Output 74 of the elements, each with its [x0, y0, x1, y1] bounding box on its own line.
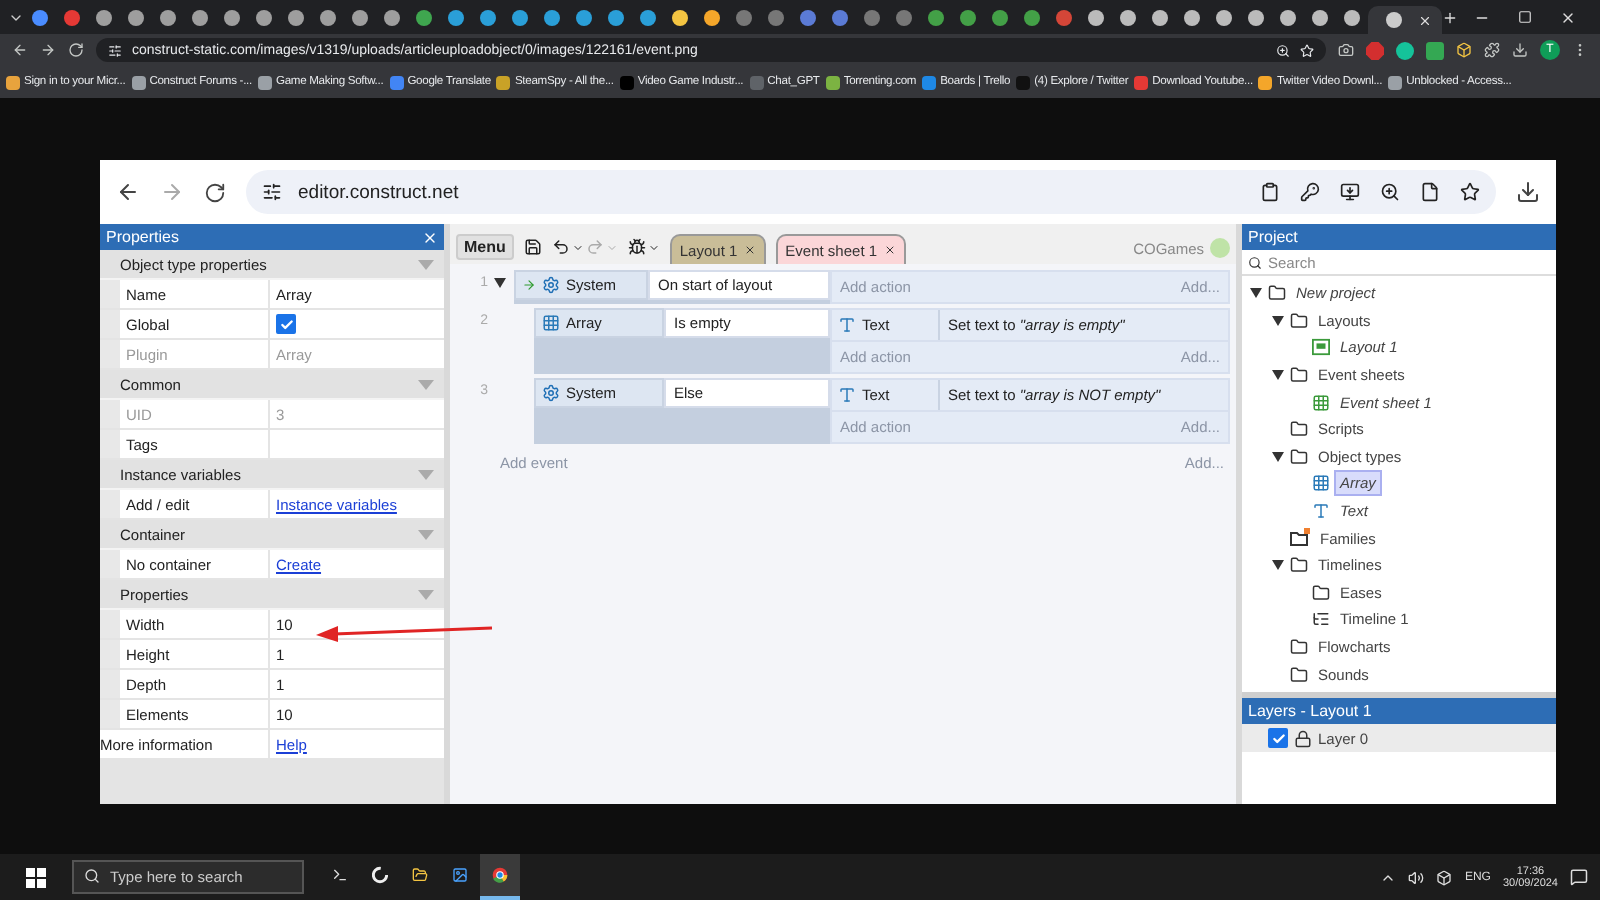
panel-header: Layers - Layout 1: [1242, 692, 1556, 724]
save-icon[interactable]: [523, 238, 542, 256]
download-icon[interactable]: [1516, 180, 1540, 204]
extension-icon[interactable]: [1456, 42, 1472, 58]
picture-icon: [452, 864, 468, 886]
undo-icon[interactable]: [551, 238, 570, 256]
folder-icon: [1268, 284, 1286, 303]
layout-icon: [1312, 338, 1330, 357]
menu-button[interactable]: Menu: [456, 234, 514, 260]
back-icon[interactable]: [12, 42, 28, 58]
caret-icon[interactable]: [647, 241, 660, 253]
camera-icon[interactable]: [1338, 42, 1354, 58]
tray-app-icon[interactable]: [1436, 869, 1453, 885]
maximize-icon[interactable]: [1518, 9, 1532, 23]
grid-icon: [542, 314, 560, 332]
browser-logo-icon: [492, 864, 508, 886]
property-value-field[interactable]: [270, 310, 444, 338]
speaker-icon[interactable]: [1408, 869, 1425, 885]
site-settings-icon[interactable]: [262, 182, 282, 202]
folder-icon: [412, 864, 428, 886]
clipboard-icon[interactable]: [1260, 182, 1280, 202]
download-icon[interactable]: [1512, 42, 1528, 58]
new-tab-icon[interactable]: [1442, 9, 1458, 25]
site-settings-icon[interactable]: [108, 43, 122, 57]
expand-arrow-icon[interactable]: [1271, 370, 1283, 381]
active-tab[interactable]: [1368, 6, 1442, 34]
text-object-icon: [1312, 502, 1330, 521]
bug-icon[interactable]: [627, 238, 646, 256]
install-icon[interactable]: [1340, 182, 1360, 202]
gear-icon: [542, 276, 560, 294]
panel-header: Project: [1242, 224, 1556, 250]
address-bar[interactable]: editor.construct.net: [246, 170, 1496, 214]
search-icon: [1248, 255, 1262, 269]
taskbar-app[interactable]: [480, 854, 520, 900]
families-folder-icon: [1290, 528, 1310, 549]
folder-icon: [1290, 366, 1308, 385]
panel-header: Properties: [100, 224, 444, 250]
caret-icon[interactable]: [571, 241, 584, 253]
reload-icon[interactable]: [204, 181, 226, 203]
expand-arrow-icon[interactable]: [1249, 288, 1261, 299]
page-icon[interactable]: [1420, 182, 1440, 202]
lock-icon[interactable]: [1294, 729, 1312, 747]
folder-icon: [1290, 311, 1308, 330]
back-icon[interactable]: [116, 180, 140, 204]
folder-icon: [1290, 447, 1308, 466]
construct-logo-icon: [372, 864, 388, 886]
windows-logo-icon: [26, 867, 46, 887]
extensions-icon[interactable]: [1484, 42, 1500, 58]
folder-icon: [1290, 420, 1308, 439]
gear-icon: [542, 384, 560, 402]
forward-icon[interactable]: [40, 42, 56, 58]
terminal-icon: [332, 864, 348, 886]
close-icon[interactable]: [743, 244, 756, 256]
checkbox[interactable]: [1268, 728, 1288, 748]
star-icon[interactable]: [1460, 182, 1480, 202]
folder-icon: [1290, 556, 1308, 575]
expand-arrow-icon[interactable]: [1271, 451, 1283, 462]
zoom-icon[interactable]: [1380, 182, 1400, 202]
folder-icon: [1290, 665, 1308, 684]
checkbox[interactable]: [276, 314, 296, 334]
notification-icon[interactable]: [1570, 868, 1588, 886]
tab-favicon-icon: [1386, 12, 1402, 28]
search-icon: [84, 868, 100, 884]
expand-arrow-icon[interactable]: [1271, 560, 1283, 571]
event-sheet-icon: [1312, 393, 1330, 412]
timeline-icon: [1312, 610, 1330, 629]
text-object-icon: [838, 386, 856, 404]
expand-arrow-icon[interactable]: [1271, 315, 1283, 326]
folder-icon: [1290, 638, 1308, 657]
close-icon[interactable]: [883, 244, 896, 256]
key-icon[interactable]: [1300, 182, 1320, 202]
folder-icon: [1312, 583, 1330, 602]
grid-icon: [1312, 474, 1330, 493]
text-object-icon: [838, 316, 856, 334]
